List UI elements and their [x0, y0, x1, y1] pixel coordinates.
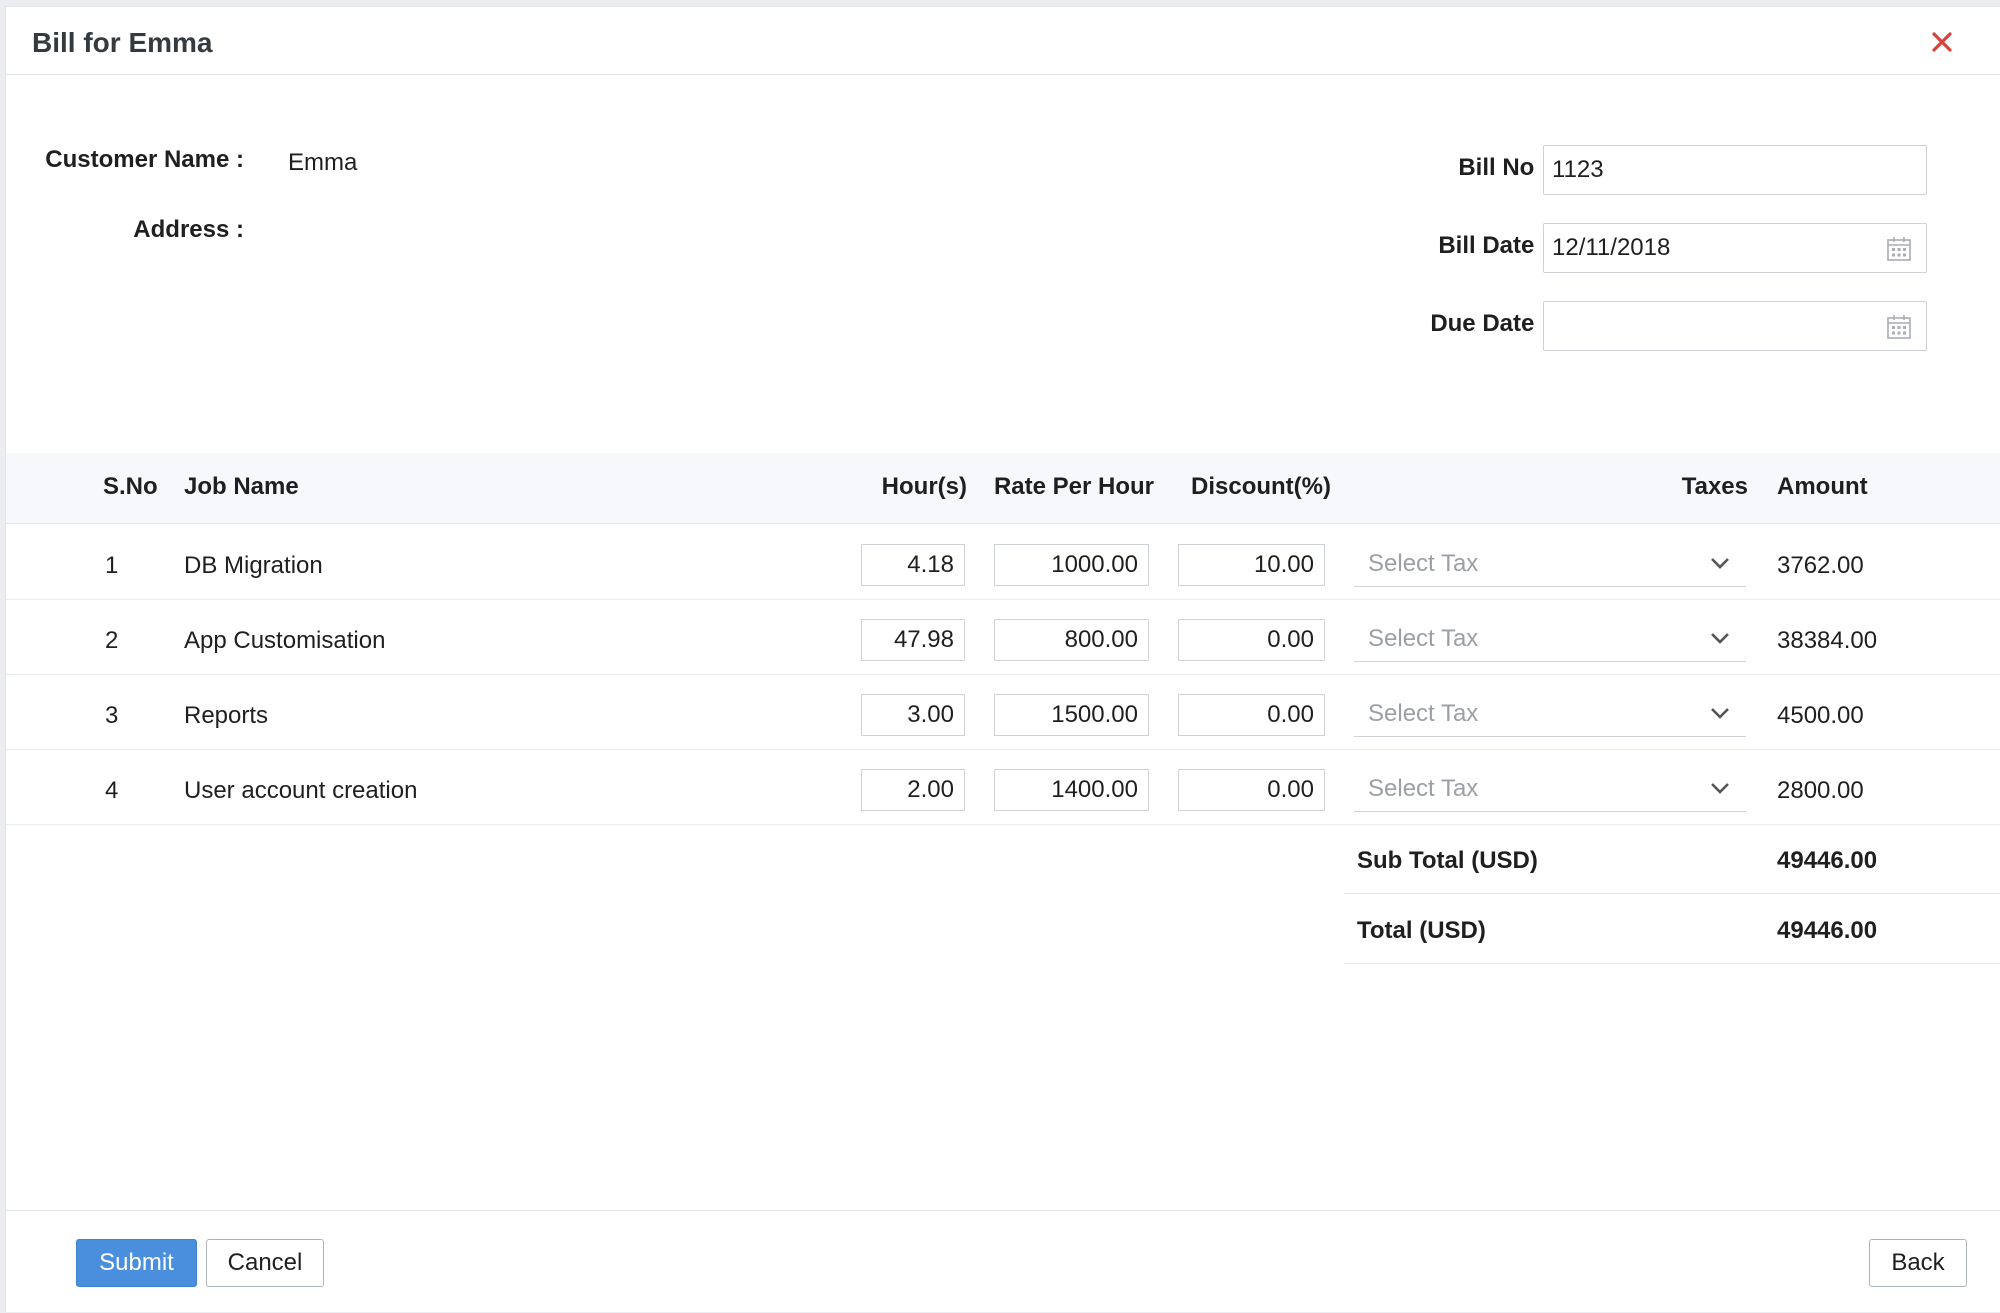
- col-amount: Amount: [1777, 473, 1868, 500]
- bill-date-field[interactable]: [1543, 223, 1927, 273]
- bill-no-label: Bill No :: [1458, 154, 1549, 181]
- chevron-down-icon: [1711, 708, 1729, 719]
- summary-divider: [1344, 963, 2000, 964]
- subtotal-label: Sub Total (USD): [1357, 847, 1538, 874]
- bill-date-label: Bill Date :: [1438, 232, 1549, 259]
- due-date-input[interactable]: [1544, 302, 1926, 350]
- row-sno: 2: [105, 627, 119, 654]
- subtotal-value: 49446.00: [1777, 847, 1878, 874]
- due-date-field[interactable]: [1543, 301, 1927, 351]
- rate-input[interactable]: [994, 694, 1149, 736]
- discount-input[interactable]: [1178, 619, 1325, 661]
- row-amount: 3762.00: [1777, 552, 1864, 579]
- discount-input[interactable]: [1178, 544, 1325, 586]
- row-sno: 1: [105, 552, 119, 579]
- col-taxes: Taxes: [1681, 473, 1748, 500]
- total-label: Total (USD): [1357, 917, 1486, 944]
- submit-button[interactable]: Submit: [76, 1239, 197, 1287]
- chevron-down-icon: [1711, 633, 1729, 644]
- tax-select[interactable]: Select Tax: [1354, 690, 1746, 737]
- due-date-label: Due Date :: [1430, 310, 1549, 337]
- row-sno: 3: [105, 702, 119, 729]
- cancel-button[interactable]: Cancel: [206, 1239, 324, 1287]
- table-row: 3 Reports Select Tax 4500.00: [6, 674, 2000, 750]
- row-job-name: User account creation: [184, 777, 418, 804]
- chevron-down-icon: [1711, 783, 1729, 794]
- col-rate-per-hour: Rate Per Hour: [993, 473, 1154, 500]
- close-icon[interactable]: [1927, 27, 1957, 57]
- calendar-icon[interactable]: [1886, 236, 1912, 262]
- customer-name-value: Emma: [288, 149, 358, 176]
- bill-date-input[interactable]: [1544, 224, 1926, 272]
- bill-no-input[interactable]: [1544, 146, 1926, 194]
- rate-input[interactable]: [994, 619, 1149, 661]
- tax-select[interactable]: Select Tax: [1354, 615, 1746, 662]
- calendar-icon[interactable]: [1886, 314, 1912, 340]
- customer-name-label: Customer Name :: [45, 146, 244, 173]
- tax-select-placeholder: Select Tax: [1368, 625, 1479, 652]
- tax-select-placeholder: Select Tax: [1368, 700, 1479, 727]
- row-amount: 38384.00: [1777, 627, 1878, 654]
- hours-input[interactable]: [861, 544, 965, 586]
- tax-select-placeholder: Select Tax: [1368, 550, 1479, 577]
- hours-input[interactable]: [861, 694, 965, 736]
- tax-select-placeholder: Select Tax: [1368, 775, 1479, 802]
- bill-dialog: Bill for Emma Customer Name : Emma Addre…: [5, 6, 2000, 1312]
- address-label: Address :: [133, 216, 244, 243]
- row-job-name: Reports: [184, 702, 269, 729]
- table-row: 2 App Customisation Select Tax 38384.00: [6, 599, 2000, 675]
- chevron-down-icon: [1711, 558, 1729, 569]
- summary-divider: [1344, 893, 2000, 894]
- hours-input[interactable]: [861, 769, 965, 811]
- table-row: 4 User account creation Select Tax 2800.…: [6, 749, 2000, 825]
- bill-no-field[interactable]: [1543, 145, 1927, 195]
- table-row: 1 DB Migration Select Tax 3762.00: [6, 524, 2000, 600]
- row-job-name: DB Migration: [184, 552, 323, 579]
- row-amount: 2800.00: [1777, 777, 1864, 804]
- col-discount: Discount(%): [1191, 473, 1331, 500]
- col-sno: S.No: [103, 473, 158, 500]
- rate-input[interactable]: [994, 769, 1149, 811]
- col-hours: Hour(s): [881, 473, 967, 500]
- total-value: 49446.00: [1777, 917, 1878, 944]
- discount-input[interactable]: [1178, 769, 1325, 811]
- discount-input[interactable]: [1178, 694, 1325, 736]
- dialog-title: Bill for Emma: [32, 27, 213, 58]
- dialog-header: Bill for Emma: [6, 7, 2000, 75]
- tax-select[interactable]: Select Tax: [1354, 765, 1746, 812]
- row-amount: 4500.00: [1777, 702, 1864, 729]
- row-job-name: App Customisation: [184, 627, 386, 654]
- rate-input[interactable]: [994, 544, 1149, 586]
- hours-input[interactable]: [861, 619, 965, 661]
- footer-divider: [6, 1210, 2000, 1211]
- tax-select[interactable]: Select Tax: [1354, 540, 1746, 587]
- row-sno: 4: [105, 777, 119, 804]
- back-button[interactable]: Back: [1869, 1239, 1967, 1287]
- col-job-name: Job Name: [184, 473, 299, 500]
